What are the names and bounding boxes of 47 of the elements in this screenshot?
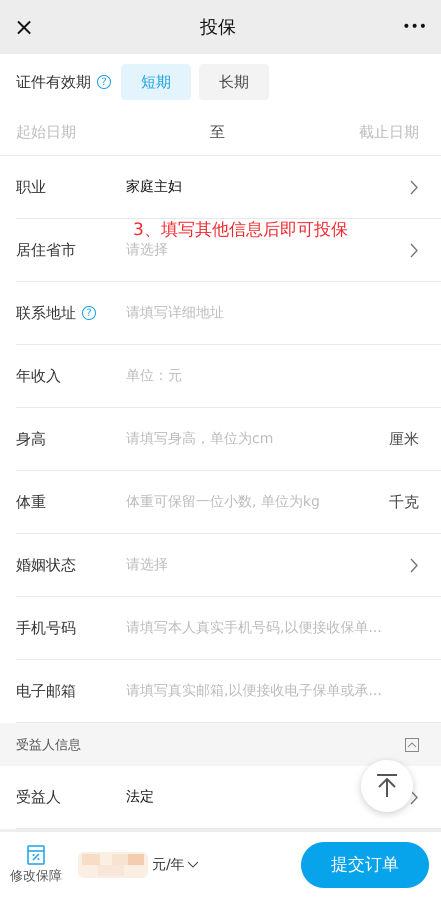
section-title: 受益人信息 — [16, 736, 81, 754]
chevron-icon — [410, 558, 419, 572]
select-field[interactable]: 家庭主妇 — [126, 178, 182, 196]
help-icon[interactable]: ? — [97, 75, 111, 89]
modify-coverage-button[interactable]: 修改保障 — [10, 844, 62, 884]
input-field[interactable]: 请填写真实邮箱,以便接收电子保单或承... — [126, 682, 382, 700]
period-option[interactable]: 短期 — [121, 64, 191, 100]
field-label: 手机号码 — [16, 618, 76, 638]
submit-order-button[interactable]: 提交订单 — [301, 842, 429, 888]
field-label: 证件有效期 — [16, 72, 91, 92]
input-field[interactable]: 请填写详细地址 — [126, 304, 224, 322]
period-option[interactable]: 长期 — [199, 64, 269, 100]
field-label: 年收入 — [16, 366, 61, 386]
input-field[interactable]: 体重可保留一位小数, 单位为kg — [126, 493, 320, 511]
unit-label: 千克 — [389, 492, 419, 512]
date-separator: 至 — [210, 123, 225, 142]
annotation-text: 3、填写其他信息后即可投保 — [133, 219, 348, 241]
collapse-icon[interactable] — [405, 738, 419, 752]
field-label: 婚姻状态 — [16, 556, 76, 574]
price-unit[interactable]: 元/年 — [152, 856, 199, 874]
field-label: 联系地址 — [16, 304, 76, 322]
field-label: 体重 — [16, 492, 46, 512]
help-icon[interactable]: ? — [82, 306, 96, 320]
field-label: 电子邮箱 — [16, 682, 76, 700]
caret-icon — [186, 860, 199, 868]
input-field[interactable]: 请填写本人真实手机号码,以便接收保单... — [126, 619, 382, 637]
field-label: 居住省市 — [16, 240, 76, 260]
select-field[interactable]: 请选择 — [126, 556, 168, 574]
back-to-top-button[interactable] — [361, 760, 413, 812]
close-button[interactable]: × — [14, 13, 34, 41]
field-label: 身高 — [16, 430, 46, 448]
select-field[interactable]: 法定 — [126, 788, 154, 806]
end-date-field[interactable]: 截止日期 — [359, 123, 419, 142]
page-title: 投保 — [200, 16, 236, 39]
field-label: 职业 — [16, 178, 46, 196]
start-date-field[interactable]: 起始日期 — [16, 123, 76, 142]
input-field[interactable]: 请填写身高，单位为cm — [126, 430, 274, 448]
field-label: 受益人 — [16, 788, 61, 806]
arrow-up-icon — [376, 774, 398, 798]
chevron-icon — [410, 180, 419, 194]
chevron-icon — [410, 790, 419, 804]
more-button[interactable]: ••• — [402, 19, 427, 35]
input-field[interactable]: 单位：元 — [126, 367, 182, 385]
select-field[interactable]: 请选择 — [126, 241, 168, 259]
calculator-icon — [27, 844, 45, 864]
chevron-icon — [410, 242, 419, 258]
unit-label: 厘米 — [389, 430, 419, 448]
